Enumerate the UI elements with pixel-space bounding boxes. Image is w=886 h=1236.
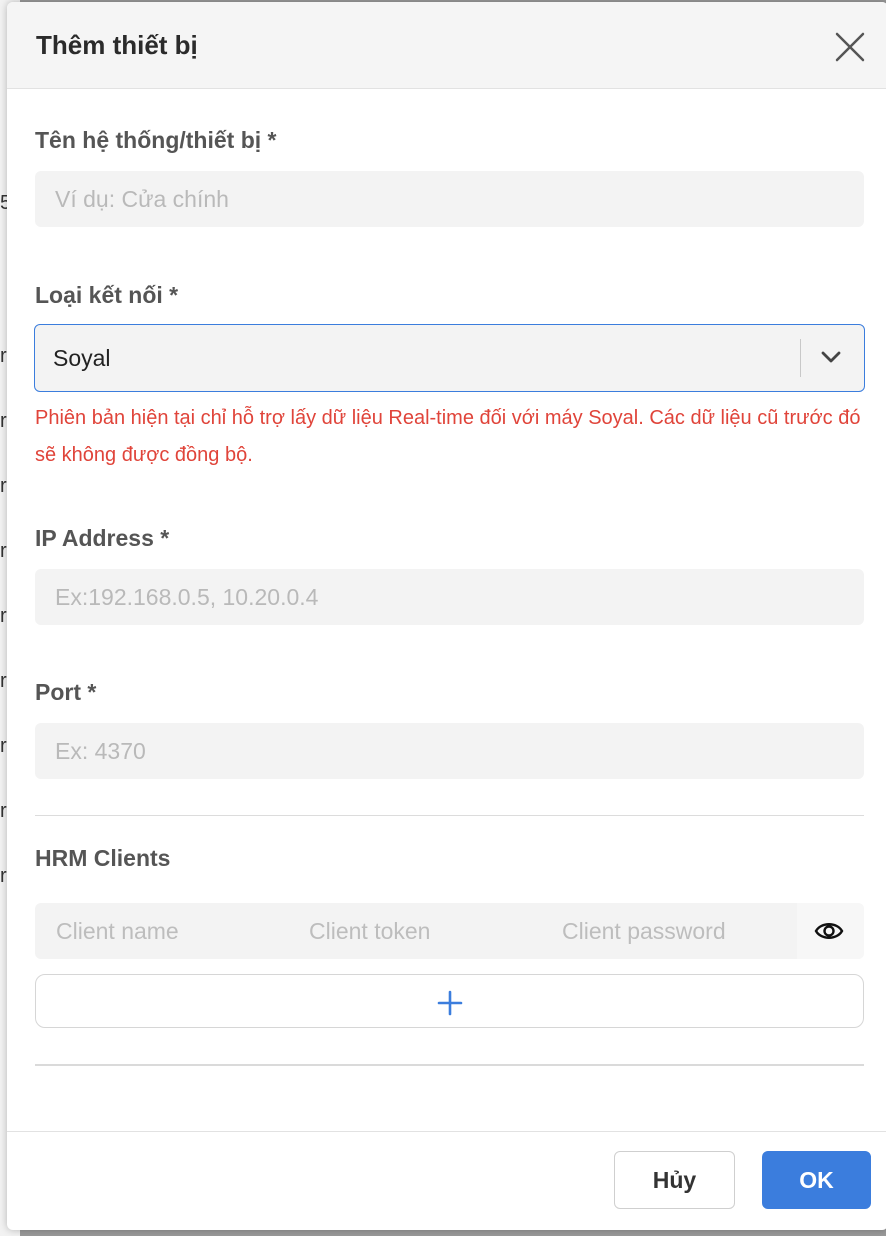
client-password-input[interactable]: Client password (562, 903, 726, 959)
section-divider (35, 1064, 864, 1066)
eye-icon (814, 923, 844, 939)
dialog-title: Thêm thiết bị (36, 30, 198, 60)
select-separator (800, 339, 801, 377)
footer-divider (7, 1131, 886, 1132)
section-divider (35, 815, 864, 816)
hrm-client-row: Client name Client token Client password (35, 903, 864, 959)
device-name-label: Tên hệ thống/thiết bị * (35, 127, 277, 153)
ok-button[interactable]: OK (762, 1151, 871, 1209)
port-input[interactable] (35, 723, 864, 779)
cancel-button[interactable]: Hủy (614, 1151, 735, 1209)
client-token-input[interactable]: Client token (309, 903, 430, 959)
add-client-button[interactable] (35, 974, 864, 1028)
port-label: Port * (35, 679, 97, 705)
close-button[interactable] (833, 30, 867, 64)
ip-address-label: IP Address * (35, 525, 170, 551)
dialog-header: Thêm thiết bị (7, 2, 886, 89)
soyal-warning-message: Phiên bản hiện tại chỉ hỗ trợ lấy dữ liệ… (35, 407, 861, 466)
show-password-button[interactable] (797, 903, 864, 959)
close-icon (835, 32, 865, 62)
connection-type-label: Loại kết nối * (35, 282, 179, 308)
client-name-input[interactable]: Client name (56, 903, 179, 959)
hrm-clients-label: HRM Clients (35, 845, 171, 871)
device-name-input[interactable] (35, 171, 864, 227)
connection-type-select[interactable]: Soyal (34, 324, 865, 392)
plus-icon (437, 990, 463, 1016)
ip-address-input[interactable] (35, 569, 864, 625)
add-device-dialog: Thêm thiết bị Tên hệ thống/thiết bị * Lo… (7, 2, 886, 1230)
chevron-down-icon (821, 351, 841, 363)
connection-type-value: Soyal (53, 345, 111, 371)
